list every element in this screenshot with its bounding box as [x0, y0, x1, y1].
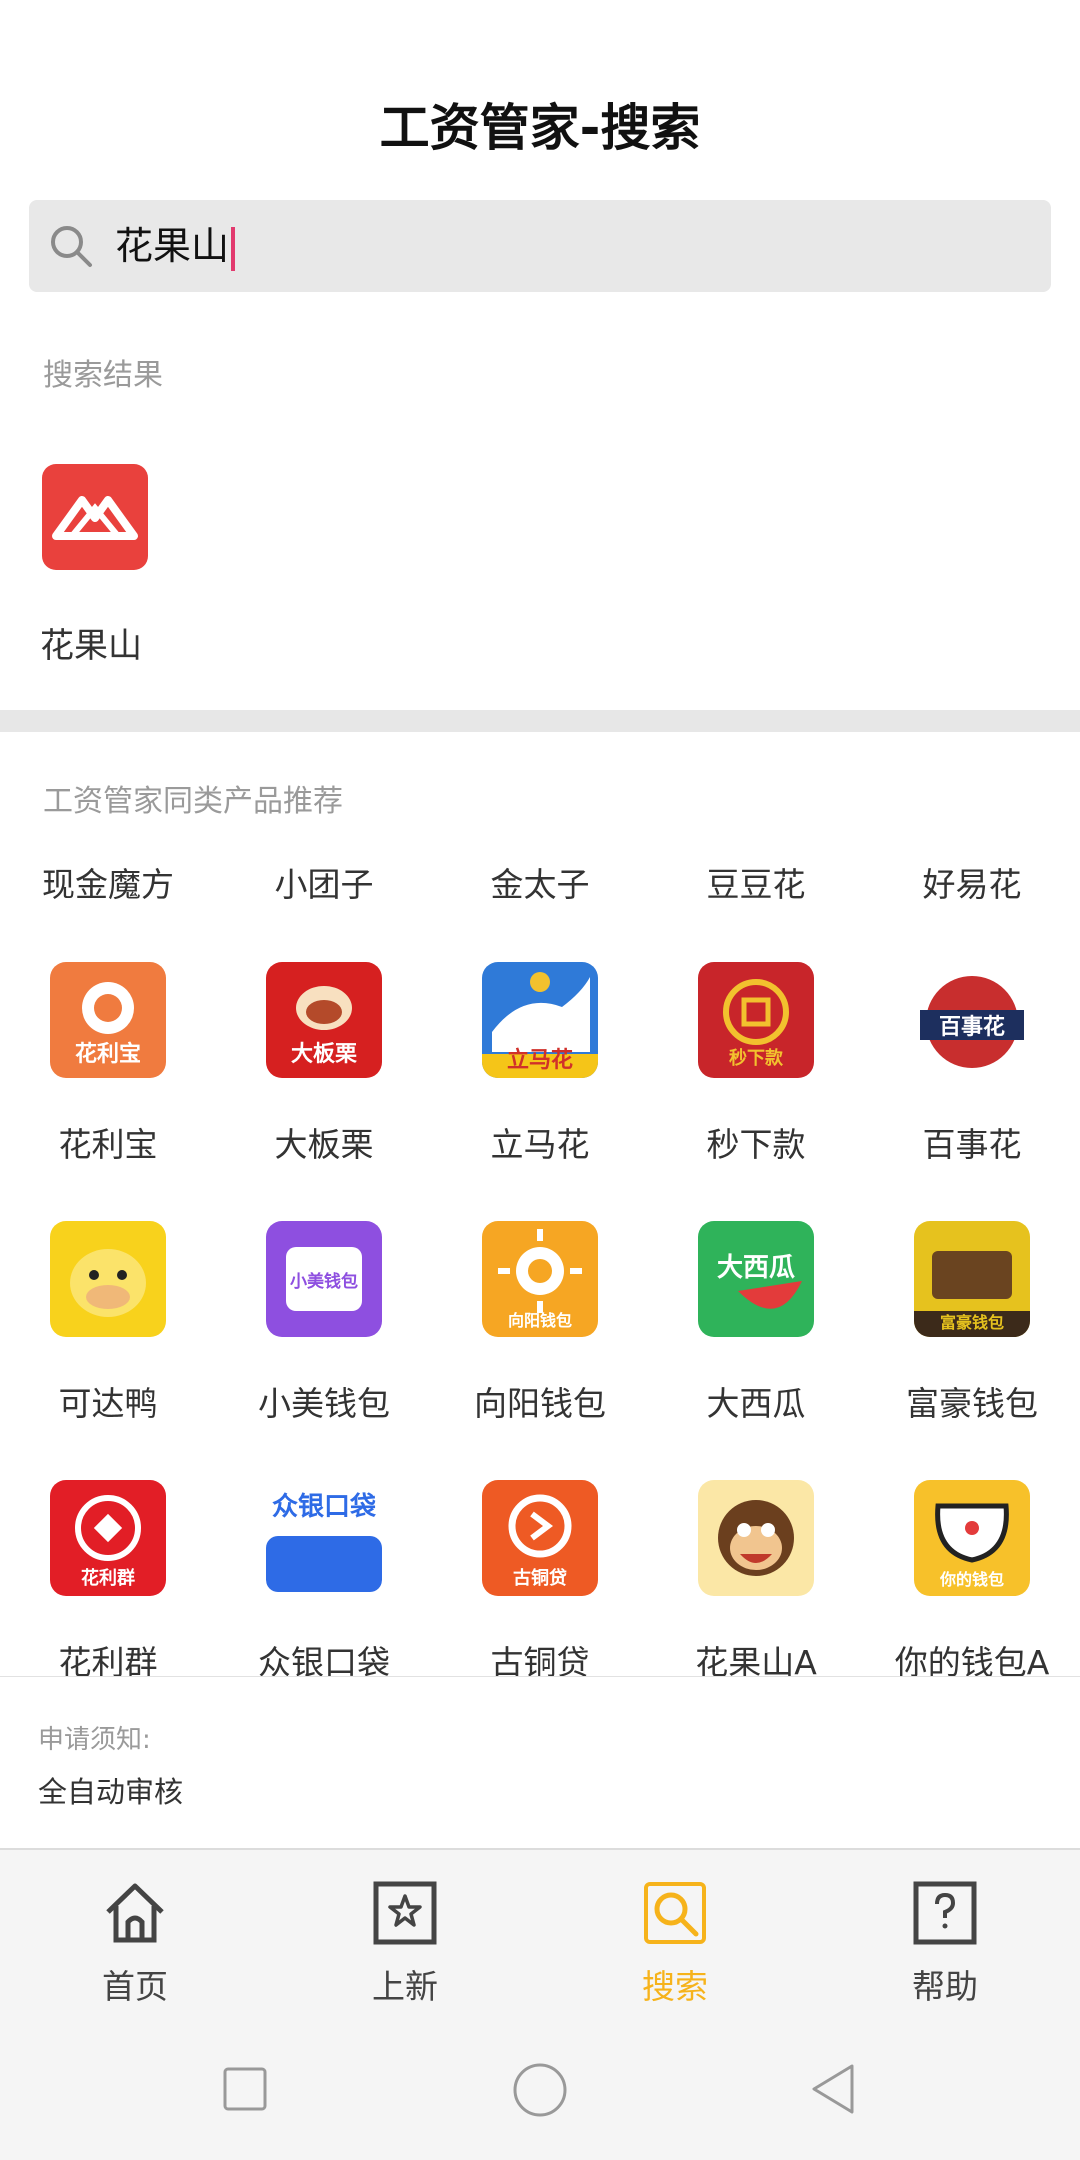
app-item[interactable]: 众银口袋 众银口袋	[216, 1480, 432, 1684]
app-item[interactable]: 小美钱包 小美钱包	[216, 1221, 432, 1425]
app-grid-row: 花利宝 花利宝 大板栗 大板栗 立马花 立马花 秒下款 秒下款 百事花 百事花	[0, 962, 1080, 1166]
your-wallet-app-icon[interactable]: 你的钱包	[914, 1480, 1030, 1596]
help-icon	[913, 1881, 977, 1945]
tab-jintaizi[interactable]: 金太子	[432, 858, 648, 906]
search-results-label: 搜索结果	[43, 358, 163, 393]
app-name: 大板栗	[274, 1125, 374, 1164]
app-name: 秒下款	[706, 1125, 806, 1164]
icon-label: 古铜贷	[513, 1568, 567, 1589]
tab-doudouhua[interactable]: 豆豆花	[648, 858, 864, 906]
nav-label: 上新	[372, 1967, 438, 2006]
app-item[interactable]: 可达鸭	[0, 1221, 216, 1425]
search-input-value: 花果山	[115, 224, 230, 268]
app-name: 小美钱包	[258, 1384, 390, 1423]
search-icon	[644, 1882, 706, 1944]
app-item[interactable]: 大板栗 大板栗	[216, 962, 432, 1166]
result-app-name[interactable]: 花果山	[40, 618, 142, 667]
app-item[interactable]: 富豪钱包 富豪钱包	[864, 1221, 1080, 1425]
app-name: 大西瓜	[706, 1384, 806, 1423]
watermelon-app-icon[interactable]: 大西瓜	[698, 1221, 814, 1337]
dabanli-app-icon[interactable]: 大板栗	[266, 962, 382, 1078]
home-circle-icon[interactable]	[512, 2062, 568, 2118]
nav-new[interactable]: 上新	[270, 1850, 540, 2022]
app-grid-row: 花利群 花利群 众银口袋 众银口袋 古铜贷 古铜贷 花果山A 你的钱包 你的钱包…	[0, 1480, 1080, 1684]
system-nav-bar	[0, 2020, 1080, 2160]
bottom-nav: 首页 上新 搜索 帮助	[0, 1848, 1080, 2022]
page-title: 工资管家-搜索	[379, 99, 701, 157]
icon-label: 花利群	[81, 1568, 135, 1589]
app-item[interactable]: 花利群 花利群	[0, 1480, 216, 1684]
back-triangle-icon[interactable]	[808, 2062, 858, 2116]
text-caret	[231, 226, 236, 271]
search-input[interactable]: 花果山	[115, 220, 236, 272]
app-item[interactable]: 秒下款 秒下款	[648, 962, 864, 1166]
icon-label: 秒下款	[729, 1048, 783, 1069]
app-name: 花利宝	[58, 1125, 158, 1164]
hualiqun-app-icon[interactable]: 花利群	[50, 1480, 166, 1596]
zhongyin-pocket-app-icon[interactable]: 众银口袋	[266, 1480, 382, 1596]
app-name: 立马花	[490, 1125, 590, 1164]
app-item[interactable]: 大西瓜 大西瓜	[648, 1221, 864, 1425]
app-name: 百事花	[922, 1125, 1022, 1164]
baishihua-app-icon[interactable]: 百事花	[914, 962, 1030, 1078]
recommend-tabs: 现金魔方 小团子 金太子 豆豆花 好易花	[0, 858, 1080, 906]
app-item[interactable]: 立马花 立马花	[432, 962, 648, 1166]
hualibao-app-icon[interactable]: 花利宝	[50, 962, 166, 1078]
recent-apps-square-icon[interactable]	[222, 2066, 268, 2112]
search-bar[interactable]: 花果山	[29, 200, 1051, 292]
miaoxiakuan-app-icon[interactable]: 秒下款	[698, 962, 814, 1078]
app-item[interactable]: 你的钱包 你的钱包A	[864, 1480, 1080, 1684]
icon-label: 众银口袋	[271, 1492, 376, 1522]
home-icon	[106, 1883, 164, 1943]
section-divider	[0, 710, 1080, 732]
app-name: 向阳钱包	[474, 1384, 606, 1423]
sun-wallet-app-icon[interactable]: 向阳钱包	[482, 1221, 598, 1337]
duck-app-icon[interactable]	[50, 1221, 166, 1337]
app-name: 可达鸭	[58, 1384, 158, 1423]
icon-label: 百事花	[938, 1015, 1005, 1040]
notice-label: 申请须知:	[38, 1725, 151, 1755]
star-bookmark-icon	[373, 1881, 437, 1945]
app-item[interactable]: 向阳钱包 向阳钱包	[432, 1221, 648, 1425]
icon-label: 富豪钱包	[939, 1313, 1004, 1332]
app-name: 富豪钱包	[906, 1384, 1038, 1423]
xiaomei-wallet-app-icon[interactable]: 小美钱包	[266, 1221, 382, 1337]
icon-label: 大西瓜	[716, 1253, 795, 1283]
notice-text: 全自动审核	[38, 1775, 184, 1809]
tab-xianjinmofang[interactable]: 现金魔方	[0, 858, 216, 906]
limahua-app-icon[interactable]: 立马花	[482, 962, 598, 1078]
app-grid-row: 可达鸭 小美钱包 小美钱包 向阳钱包 向阳钱包 大西瓜 大西瓜 富豪钱包 富豪钱…	[0, 1221, 1080, 1425]
nav-search[interactable]: 搜索	[540, 1850, 810, 2022]
icon-label: 你的钱包	[939, 1570, 1004, 1589]
application-notice: 申请须知: 全自动审核	[0, 1676, 1080, 1849]
fuhao-wallet-app-icon[interactable]: 富豪钱包	[914, 1221, 1030, 1337]
tab-haoyihua[interactable]: 好易花	[864, 858, 1080, 906]
nav-label: 搜索	[642, 1967, 708, 2006]
nav-help[interactable]: 帮助	[810, 1850, 1080, 2022]
app-item[interactable]: 古铜贷 古铜贷	[432, 1480, 648, 1684]
app-item[interactable]: 百事花 百事花	[864, 962, 1080, 1166]
gutongdai-app-icon[interactable]: 古铜贷	[482, 1480, 598, 1596]
icon-label: 大板栗	[290, 1042, 357, 1067]
icon-label: 花利宝	[74, 1042, 141, 1067]
nav-label: 帮助	[912, 1967, 978, 2006]
monkey-app-icon[interactable]	[698, 1480, 814, 1596]
icon-label: 小美钱包	[290, 1271, 358, 1292]
result-app-icon-huaguoshan[interactable]	[42, 464, 148, 570]
icon-label: 向阳钱包	[507, 1311, 572, 1330]
app-item[interactable]: 花果山A	[648, 1480, 864, 1684]
icon-label: 立马花	[506, 1048, 573, 1073]
nav-label: 首页	[102, 1967, 168, 2006]
nav-home[interactable]: 首页	[0, 1850, 270, 2022]
mountain-logo-icon	[52, 496, 138, 540]
search-icon	[51, 226, 92, 267]
recommend-label: 工资管家同类产品推荐	[43, 784, 343, 819]
app-item[interactable]: 花利宝 花利宝	[0, 962, 216, 1166]
tab-xiaotuanzi[interactable]: 小团子	[216, 858, 432, 906]
